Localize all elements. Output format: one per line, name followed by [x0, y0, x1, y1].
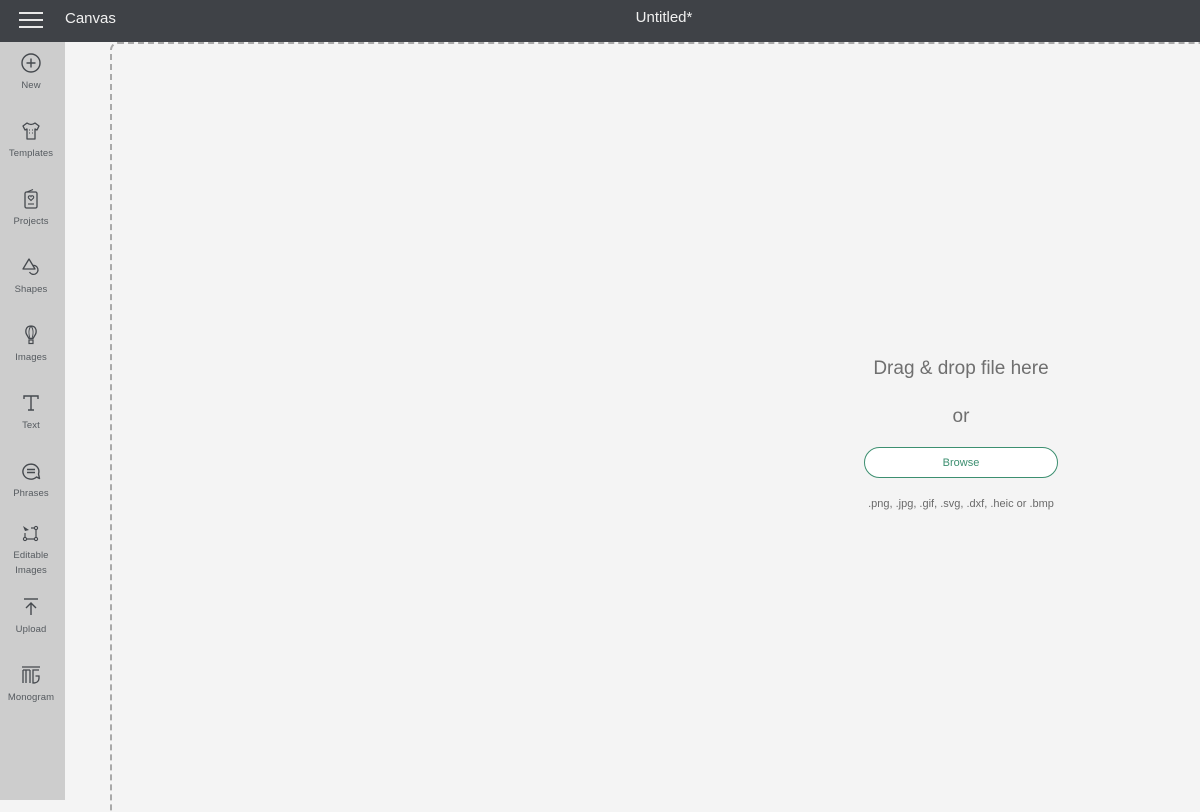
text-t-icon: [23, 395, 39, 411]
sidebar-item-templates[interactable]: Templates: [0, 120, 62, 161]
document-title[interactable]: Untitled*: [0, 9, 1200, 26]
hot-air-balloon-icon: [25, 325, 37, 345]
speech-bubble-icon: [22, 463, 41, 480]
sidebar-label: Text: [22, 420, 40, 431]
sidebar-label: Templates: [8, 148, 54, 159]
tshirt-icon: [22, 122, 40, 140]
sidebar-item-new[interactable]: New: [0, 52, 62, 93]
sidebar-item-monogram[interactable]: Monogram: [0, 664, 62, 705]
sidebar-label-line2: Images: [15, 565, 47, 576]
sidebar-label: Phrases: [13, 488, 49, 499]
upload-panel: Drag & drop file here or Browse .png, .j…: [855, 358, 1067, 510]
shapes-icon: [22, 258, 39, 276]
sidebar-label: Monogram: [7, 692, 55, 703]
sidebar-label: New: [21, 80, 41, 91]
sidebar: New Templates Projects Shapes Images Tex…: [0, 42, 65, 800]
sidebar-item-shapes[interactable]: Shapes: [0, 256, 62, 297]
sidebar-label: Editable Images: [0, 548, 62, 578]
sidebar-item-projects[interactable]: Projects: [0, 188, 62, 229]
sidebar-label: Projects: [13, 216, 49, 227]
sidebar-item-upload[interactable]: Upload: [0, 596, 62, 637]
sidebar-label: Shapes: [14, 284, 48, 295]
sidebar-label: Upload: [15, 624, 47, 635]
monogram-icon: [22, 666, 40, 684]
sidebar-item-text[interactable]: Text: [0, 392, 62, 433]
card-heart-icon: [24, 188, 38, 209]
plus-circle-icon: [21, 53, 41, 73]
file-types-hint: .png, .jpg, .gif, .svg, .dxf, .heic or .…: [868, 498, 1054, 510]
sidebar-item-images[interactable]: Images: [0, 324, 62, 365]
or-text: or: [952, 406, 970, 427]
browse-button[interactable]: Browse: [864, 447, 1058, 478]
top-bar: Canvas Untitled*: [0, 0, 1200, 42]
sidebar-item-phrases[interactable]: Phrases: [0, 460, 62, 501]
drop-title: Drag & drop file here: [873, 358, 1049, 379]
upload-arrow-icon: [24, 598, 38, 615]
sidebar-label-line1: Editable: [13, 550, 49, 561]
sidebar-item-editable-images[interactable]: Editable Images: [0, 522, 62, 578]
canvas-area: Drag & drop file here or Browse .png, .j…: [65, 42, 1200, 812]
sidebar-label: Images: [15, 352, 47, 363]
editable-node-icon: [22, 525, 39, 542]
